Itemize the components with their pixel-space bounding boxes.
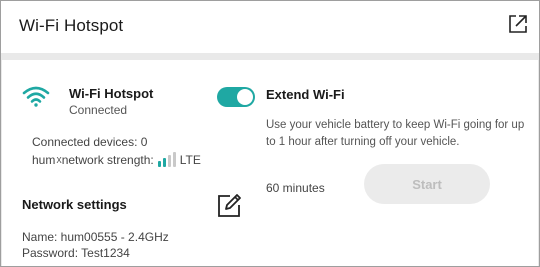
signal-bar	[162, 158, 166, 167]
signal-bars-icon	[157, 152, 176, 167]
wifi-icon	[22, 85, 50, 107]
strength-label-rest: network strength:	[61, 153, 154, 167]
external-link-icon[interactable]	[507, 13, 529, 35]
extend-wifi-title: Extend Wi-Fi	[266, 87, 345, 102]
extend-wifi-description: Use your vehicle battery to keep Wi-Fi g…	[266, 119, 525, 148]
signal-bar	[157, 161, 161, 167]
connected-devices: Connected devices: 0	[32, 135, 148, 149]
edit-icon[interactable]	[216, 193, 242, 219]
hotspot-panel: Wi-Fi Hotspot Connected Connected device…	[2, 60, 538, 266]
signal-bar	[167, 155, 171, 167]
strength-value: LTE	[179, 153, 201, 167]
hotspot-window: Wi-Fi Hotspot Wi-Fi Hotspot Connected Co…	[0, 0, 540, 267]
network-password: Password: Test1234	[22, 246, 130, 260]
start-button[interactable]: Start	[364, 164, 490, 204]
toggle-knob	[237, 89, 253, 105]
duration-label: 60 minutes	[266, 181, 325, 195]
network-settings-title: Network settings	[22, 197, 127, 212]
hotspot-status: Connected	[69, 103, 128, 117]
header: Wi-Fi Hotspot	[1, 1, 539, 53]
hotspot-name: Wi-Fi Hotspot	[69, 86, 154, 101]
network-strength: hum X network strength: LTE	[32, 152, 201, 167]
signal-bar	[172, 152, 176, 167]
strength-label-main: hum	[32, 153, 56, 167]
network-name: Name: hum00555 - 2.4GHz	[22, 230, 169, 244]
page-title: Wi-Fi Hotspot	[19, 16, 124, 35]
extend-wifi-toggle[interactable]	[217, 87, 255, 107]
